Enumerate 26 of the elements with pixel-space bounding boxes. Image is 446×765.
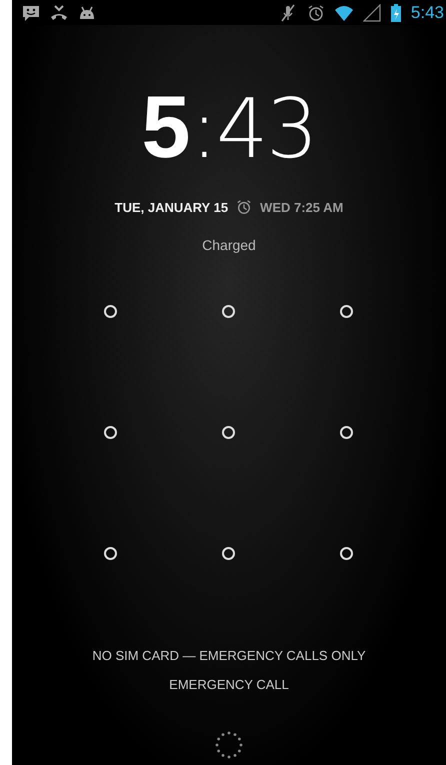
- pattern-dot[interactable]: [222, 426, 235, 439]
- battery-icon: [390, 4, 401, 22]
- alarm-text: WED 7:25 AM: [260, 200, 344, 214]
- charging-status: Charged: [202, 237, 256, 253]
- missed-call-icon: [50, 4, 68, 22]
- alarm-icon: [306, 4, 325, 22]
- pattern-dot[interactable]: [104, 426, 117, 439]
- mute-icon: [278, 4, 297, 22]
- pattern-dot[interactable]: [340, 547, 353, 560]
- status-time: 5:43: [410, 2, 444, 22]
- signal-icon: [362, 4, 381, 22]
- pattern-dot[interactable]: [340, 305, 353, 318]
- pattern-dot[interactable]: [222, 305, 235, 318]
- loading-spinner-icon: [214, 730, 244, 760]
- emergency-call-button[interactable]: EMERGENCY CALL: [165, 675, 293, 694]
- pattern-dot[interactable]: [104, 305, 117, 318]
- carrier-text: NO SIM CARD — EMERGENCY CALLS ONLY: [92, 648, 366, 663]
- wifi-icon: [334, 4, 353, 22]
- pattern-dot[interactable]: [222, 547, 235, 560]
- pattern-dot[interactable]: [104, 547, 117, 560]
- date-text: TUE, JANUARY 15: [114, 200, 228, 214]
- clock-hours: 5: [142, 83, 190, 171]
- pattern-dot[interactable]: [340, 426, 353, 439]
- alarm-icon: [236, 199, 252, 215]
- clock-minutes: :43: [190, 89, 316, 171]
- chat-icon: [22, 4, 40, 22]
